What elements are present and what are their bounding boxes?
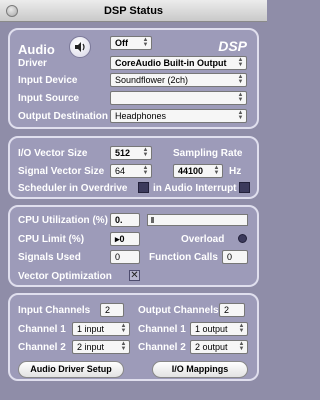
cpu-meter-indicator xyxy=(151,217,154,223)
signal-vector-label: Signal Vector Size xyxy=(18,166,105,177)
output-channel-2-label: Channel 2 xyxy=(138,342,186,353)
select-arrows-icon: ▲ ▼ xyxy=(213,165,220,176)
input-channel-2-label: Channel 2 xyxy=(18,342,66,353)
select-arrows-icon: ▲ ▼ xyxy=(237,92,244,103)
input-source-label: Input Source xyxy=(18,93,80,104)
cpu-utilization-meter xyxy=(147,214,248,226)
vector-optimization-label: Vector Optimization xyxy=(18,271,112,282)
interrupt-label: in Audio Interrupt xyxy=(153,183,237,194)
cpu-limit-label: CPU Limit (%) xyxy=(18,234,85,245)
sampling-rate-value: 44100 xyxy=(178,166,204,176)
audio-power-value: Off xyxy=(115,38,128,48)
close-window-button[interactable] xyxy=(6,5,18,17)
dsp-logo: DSP xyxy=(218,38,247,54)
function-calls-value: 0 xyxy=(227,252,233,262)
driver-label: Driver xyxy=(18,58,47,69)
input-channels-label: Input Channels xyxy=(18,305,91,316)
audio-panel: Audio Off ▲ ▼ DSP Driver CoreAudio Built-… xyxy=(8,28,259,129)
hz-label: Hz xyxy=(229,166,242,177)
signals-used-label: Signals Used xyxy=(18,252,81,263)
signals-used-value: 0 xyxy=(115,252,121,262)
speaker-icon[interactable] xyxy=(69,36,91,58)
output-channel-2-value: 2 output xyxy=(195,342,228,352)
cpu-utilization-value: 0. xyxy=(115,215,123,225)
sampling-rate-select[interactable]: 44100 ▲ ▼ xyxy=(173,164,223,178)
input-device-value: Soundflower (2ch) xyxy=(115,75,189,85)
select-arrows-icon: ▲ ▼ xyxy=(120,323,127,334)
io-vector-select[interactable]: 512 ▲ ▼ xyxy=(110,146,152,160)
sampling-rate-label: Sampling Rate xyxy=(173,148,243,159)
signals-used-field: 0 xyxy=(110,250,140,264)
signal-vector-value: 64 xyxy=(115,166,126,176)
select-arrows-icon: ▲ ▼ xyxy=(142,147,149,158)
function-calls-field: 0 xyxy=(222,250,248,264)
audio-driver-setup-button[interactable]: Audio Driver Setup xyxy=(18,361,124,378)
select-arrows-icon: ▲ ▼ xyxy=(238,323,245,334)
output-channels-label: Output Channels xyxy=(138,305,219,316)
cpu-utilization-label: CPU Utilization (%) xyxy=(18,215,108,226)
output-channel-1-label: Channel 1 xyxy=(138,324,186,335)
io-mappings-button[interactable]: I/O Mappings xyxy=(152,361,248,378)
overdrive-checkbox[interactable] xyxy=(138,182,149,193)
output-destination-value: Headphones xyxy=(115,111,167,121)
output-destination-select[interactable]: Headphones ▲ ▼ xyxy=(110,109,247,123)
select-arrows-icon: ▲ ▼ xyxy=(120,341,127,352)
signal-vector-select[interactable]: 64 ▲ ▼ xyxy=(110,164,152,178)
output-channel-1-select[interactable]: 1 output ▲ ▼ xyxy=(190,322,248,336)
input-channel-1-value: 1 input xyxy=(77,324,105,334)
output-channels-field[interactable]: 2 xyxy=(219,303,245,317)
input-source-select[interactable]: ▲ ▼ xyxy=(110,91,247,105)
select-arrows-icon: ▲ ▼ xyxy=(237,74,244,85)
input-device-label: Input Device xyxy=(18,75,78,86)
interrupt-checkbox[interactable] xyxy=(239,182,250,193)
output-destination-label: Output Destination xyxy=(18,111,108,122)
driver-select[interactable]: CoreAudio Built-in Output ▲ ▼ xyxy=(110,56,247,70)
driver-value: CoreAudio Built-in Output xyxy=(115,58,227,68)
vector-optimization-checkbox[interactable]: ✕ xyxy=(129,270,140,281)
audio-title: Audio xyxy=(18,42,55,57)
cpu-utilization-field: 0. xyxy=(110,213,140,227)
overdrive-label: Scheduler in Overdrive xyxy=(18,183,128,194)
select-arrows-icon: ▲ ▼ xyxy=(142,165,149,176)
input-channels-value: 2 xyxy=(105,305,111,315)
cpu-limit-value: 0 xyxy=(119,234,125,244)
input-channel-1-select[interactable]: 1 input ▲ ▼ xyxy=(72,322,130,336)
cpu-limit-field[interactable]: ▸0 xyxy=(110,232,140,246)
output-channel-2-select[interactable]: 2 output ▲ ▼ xyxy=(190,340,248,354)
input-channels-field[interactable]: 2 xyxy=(100,303,124,317)
io-vector-label: I/O Vector Size xyxy=(18,148,88,159)
input-channel-1-label: Channel 1 xyxy=(18,324,66,335)
audio-power-select[interactable]: Off ▲ ▼ xyxy=(110,36,152,50)
input-channel-2-value: 2 input xyxy=(77,342,105,352)
io-vector-value: 512 xyxy=(115,148,131,158)
overload-indicator xyxy=(238,234,247,243)
input-channel-2-select[interactable]: 2 input ▲ ▼ xyxy=(72,340,130,354)
cpu-panel: CPU Utilization (%) 0. CPU Limit (%) ▸0 … xyxy=(8,205,259,287)
select-arrows-icon: ▲ ▼ xyxy=(142,37,149,48)
window-title: DSP Status xyxy=(103,5,164,17)
function-calls-label: Function Calls xyxy=(149,252,218,263)
window-titlebar: DSP Status xyxy=(0,0,267,22)
overload-label: Overload xyxy=(181,234,225,245)
output-channels-value: 2 xyxy=(224,305,230,315)
vector-panel: I/O Vector Size 512 ▲ ▼ Sampling Rate Sig… xyxy=(8,136,259,199)
output-channel-1-value: 1 output xyxy=(195,324,228,334)
select-arrows-icon: ▲ ▼ xyxy=(238,341,245,352)
select-arrows-icon: ▲ ▼ xyxy=(237,110,244,121)
select-arrows-icon: ▲ ▼ xyxy=(237,57,244,68)
input-device-select[interactable]: Soundflower (2ch) ▲ ▼ xyxy=(110,73,247,87)
channels-panel: Input Channels 2 Output Channels 2 Chann… xyxy=(8,293,259,381)
